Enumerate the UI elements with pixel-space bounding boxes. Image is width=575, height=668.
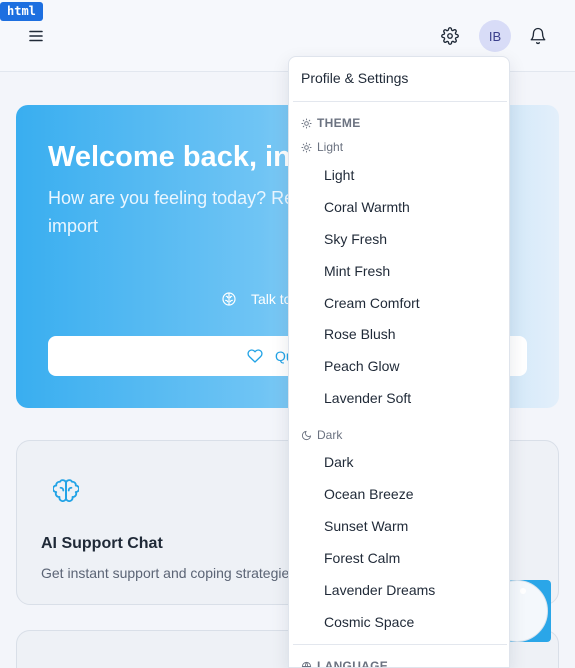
divider — [293, 644, 507, 645]
bell-icon — [530, 27, 546, 45]
gear-icon — [441, 27, 459, 45]
theme-option-forest-calm[interactable]: Forest Calm — [293, 543, 507, 573]
html-tag-badge: html — [0, 2, 43, 21]
talk-label: Talk to — [251, 291, 292, 307]
theme-option-coral-warmth[interactable]: Coral Warmth — [293, 192, 507, 222]
dark-group-label: Dark — [301, 428, 342, 442]
divider — [293, 101, 507, 102]
theme-option-cosmic-space[interactable]: Cosmic Space — [293, 607, 507, 637]
fab-indicator — [520, 588, 526, 594]
theme-option-lavender-dreams[interactable]: Lavender Dreams — [293, 575, 507, 605]
menu-button[interactable] — [24, 24, 48, 48]
sun-icon — [301, 117, 312, 129]
notifications-button[interactable] — [526, 24, 550, 48]
language-section-label: LANGUAGE — [301, 659, 389, 668]
settings-button[interactable] — [438, 24, 462, 48]
hero-title: Welcome back, in — [48, 141, 291, 173]
theme-option-cream-comfort[interactable]: Cream Comfort — [293, 288, 507, 318]
card-title: AI Support Chat — [41, 535, 163, 552]
theme-option-lavender-soft[interactable]: Lavender Soft — [293, 383, 507, 413]
theme-option-mint-fresh[interactable]: Mint Fresh — [293, 256, 507, 286]
sun-icon — [301, 141, 312, 153]
theme-option-dark[interactable]: Dark — [293, 447, 507, 477]
dropdown-header: Profile & Settings — [301, 70, 409, 86]
light-group-label: Light — [301, 140, 343, 154]
theme-option-sky-fresh[interactable]: Sky Fresh — [293, 224, 507, 254]
language-label-text: LANGUAGE — [317, 659, 389, 668]
theme-option-ocean-breeze[interactable]: Ocean Breeze — [293, 479, 507, 509]
card-description: Get instant support and coping strategie — [41, 565, 290, 581]
brain-icon — [222, 292, 236, 306]
moon-icon — [301, 430, 312, 440]
theme-option-sunset-warm[interactable]: Sunset Warm — [293, 511, 507, 541]
theme-option-peach-glow[interactable]: Peach Glow — [293, 351, 507, 381]
theme-label-text: THEME — [317, 116, 361, 130]
light-label-text: Light — [317, 140, 344, 154]
dark-label-text: Dark — [317, 428, 343, 442]
heart-icon — [247, 349, 263, 363]
profile-settings-dropdown: Profile & Settings THEME Light Light Cor… — [288, 56, 510, 668]
theme-option-light[interactable]: Light — [293, 160, 507, 190]
brain-icon — [52, 479, 80, 503]
theme-section-label: THEME — [301, 116, 361, 130]
talk-link[interactable]: Talk to — [221, 291, 291, 307]
menu-icon — [29, 30, 43, 42]
theme-option-rose-blush[interactable]: Rose Blush — [293, 319, 507, 349]
user-avatar[interactable]: IB — [479, 20, 511, 52]
globe-icon — [301, 661, 312, 667]
brain-card-icon — [52, 478, 80, 509]
